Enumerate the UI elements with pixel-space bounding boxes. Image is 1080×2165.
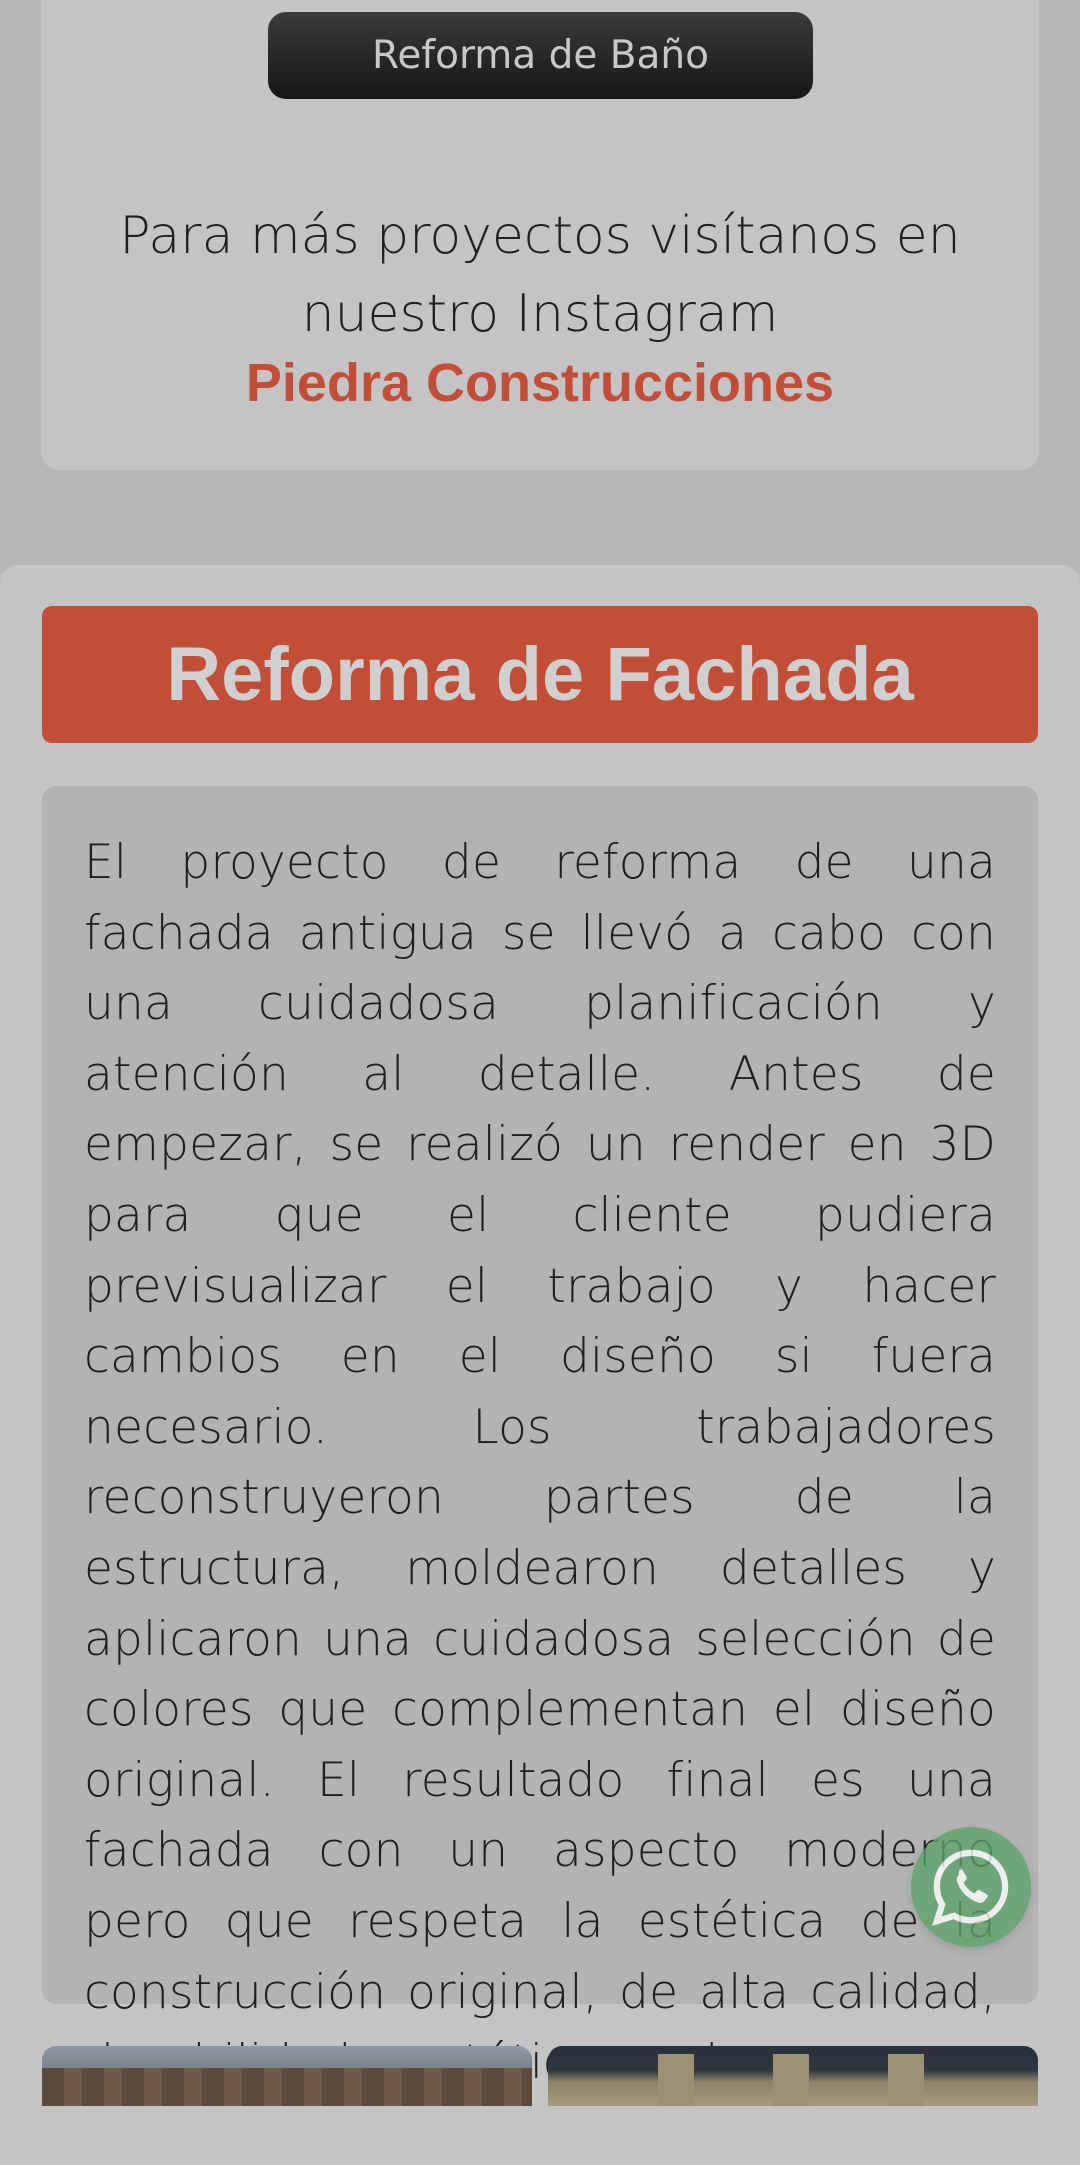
instagram-invite-line-2: nuestro Instagram	[301, 284, 779, 344]
section-title: Reforma de Fachada	[42, 606, 1038, 743]
photo-pillar	[888, 2054, 924, 2106]
instagram-link[interactable]: Piedra Construcciones	[41, 352, 1039, 414]
whatsapp-button[interactable]	[911, 1827, 1031, 1947]
instagram-invite-text: Para más proyectos visítanos en nuestro …	[41, 197, 1039, 353]
project-description-box: El proyecto de reforma de una fachada an…	[42, 786, 1038, 2090]
reforma-bano-button[interactable]: Reforma de Baño	[268, 12, 813, 99]
instagram-invite-line-1: Para más proyectos visítanos en	[119, 206, 961, 266]
project-photo-before[interactable]	[42, 2046, 532, 2106]
photo-roof-detail	[42, 2068, 532, 2106]
project-photo-render[interactable]	[548, 2046, 1038, 2106]
project-description: El proyecto de reforma de una fachada an…	[84, 835, 996, 2090]
photo-pillar	[773, 2054, 809, 2106]
photo-pillar	[658, 2054, 694, 2106]
whatsapp-icon	[932, 1849, 1009, 1926]
